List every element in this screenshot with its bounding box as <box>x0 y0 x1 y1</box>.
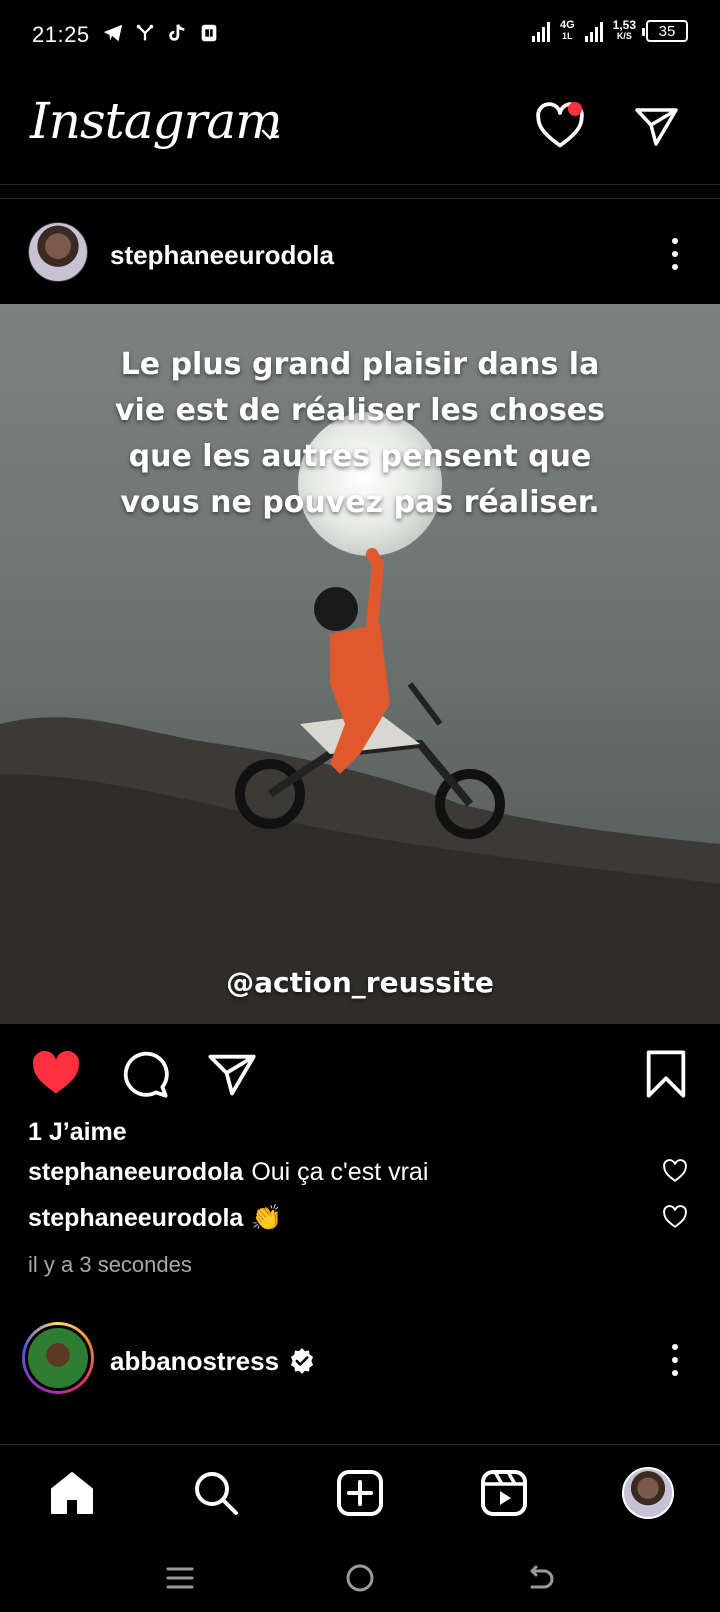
comment-row: stephaneeurodola 👏 <box>28 1204 282 1233</box>
share-icon[interactable] <box>206 1048 258 1100</box>
post-username[interactable]: stephaneeurodola <box>110 240 334 271</box>
instagram-logo[interactable]: Instagram <box>30 92 283 150</box>
network-sub: 1L <box>562 31 573 41</box>
status-bar: 21:25 4G 1L 1,53 K/S 35 <box>0 0 720 72</box>
status-notification-icons <box>102 22 220 44</box>
reels-icon[interactable] <box>478 1467 530 1519</box>
comment-username[interactable]: stephaneeurodola <box>28 1204 243 1233</box>
comment-row: stephaneeurodola Oui ça c'est vrai <box>28 1158 428 1187</box>
comment-like-icon[interactable] <box>662 1158 688 1184</box>
tiktok-icon <box>166 22 188 44</box>
post-avatar[interactable] <box>28 222 88 282</box>
next-post-header: abbanostress <box>0 1314 720 1404</box>
speed-indicator: 1,53 K/S <box>612 18 636 42</box>
comment-text: Oui ça c'est vrai <box>251 1158 429 1186</box>
profile-avatar[interactable] <box>622 1467 674 1519</box>
speed-value: 1,53 <box>612 18 636 32</box>
verified-badge-icon <box>290 1348 314 1374</box>
sim-icon <box>198 22 220 44</box>
post-header: stephaneeurodola <box>0 210 720 300</box>
app-header: Instagram <box>0 86 720 182</box>
heart-icon[interactable] <box>30 1048 82 1100</box>
signal-icon-2 <box>584 20 603 42</box>
chevron-down-icon[interactable] <box>258 122 282 146</box>
direct-messages-icon[interactable] <box>632 102 680 150</box>
post-timestamp: il y a 3 secondes <box>28 1252 192 1277</box>
notification-dot <box>568 102 582 116</box>
fork-icon <box>134 22 156 44</box>
home-circle-icon[interactable] <box>340 1558 380 1598</box>
system-nav-bar <box>0 1544 720 1612</box>
bookmark-icon[interactable] <box>640 1048 692 1100</box>
post-image[interactable]: Le plus grand plaisir dans la vie est de… <box>0 304 720 1024</box>
battery-icon: 35 <box>642 20 688 42</box>
signal-icon <box>531 20 550 42</box>
menu-icon[interactable] <box>160 1558 200 1598</box>
network-type: 4G <box>559 19 575 31</box>
next-post-username[interactable]: abbanostress <box>110 1346 279 1377</box>
more-options-icon[interactable] <box>660 236 690 272</box>
comment-username[interactable]: stephaneeurodola <box>28 1158 243 1187</box>
likes-count[interactable]: 1 J’aime <box>28 1118 127 1147</box>
status-right: 4G 1L 1,53 K/S 35 <box>531 18 688 42</box>
back-icon[interactable] <box>520 1558 560 1598</box>
network-indicator: 4G 1L <box>560 20 575 42</box>
home-icon[interactable] <box>46 1467 98 1519</box>
post-actions <box>0 1030 720 1110</box>
post-watermark: @action_reussite <box>226 966 494 999</box>
comment-icon[interactable] <box>118 1048 170 1100</box>
bottom-nav <box>0 1444 720 1544</box>
post-quote: Le plus grand plaisir dans la vie est de… <box>114 347 606 520</box>
telegram-icon <box>102 22 124 44</box>
comment-text: 👏 <box>251 1204 283 1232</box>
stories-divider <box>0 198 720 199</box>
speed-unit: K/S <box>616 31 632 41</box>
more-options-icon[interactable] <box>660 1342 690 1378</box>
story-ring-avatar[interactable] <box>22 1322 94 1394</box>
search-icon[interactable] <box>190 1467 242 1519</box>
create-icon[interactable] <box>334 1467 386 1519</box>
header-divider <box>0 184 720 185</box>
comment-like-icon[interactable] <box>662 1204 688 1230</box>
battery-level: 35 <box>658 22 676 40</box>
status-time: 21:25 <box>32 22 90 47</box>
